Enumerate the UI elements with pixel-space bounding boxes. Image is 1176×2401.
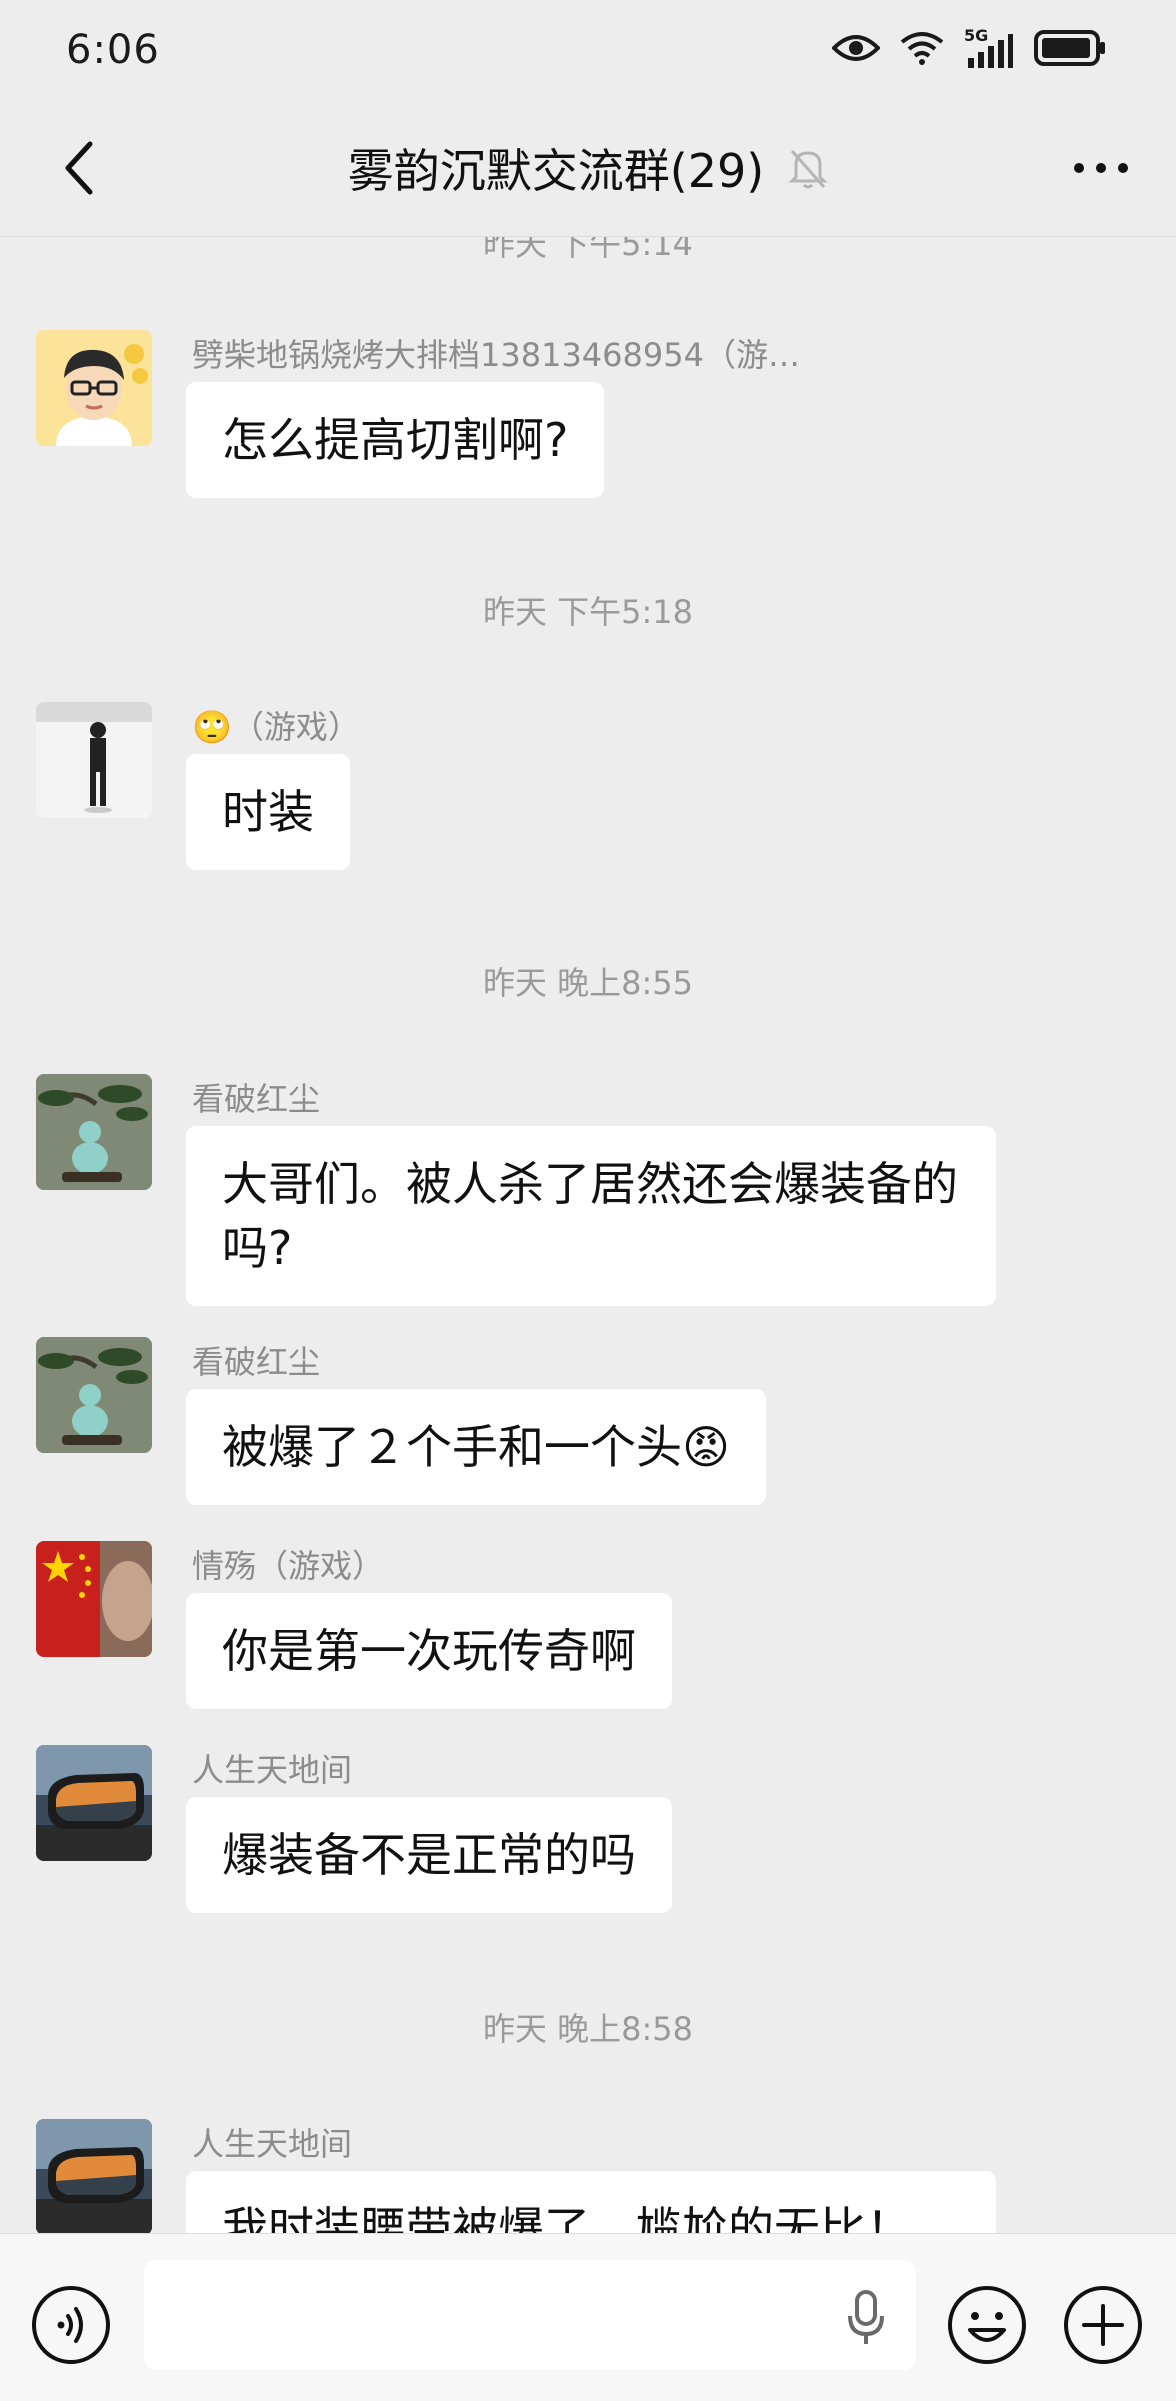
plus-circle-icon [1064, 2286, 1142, 2364]
battery-icon [1034, 30, 1106, 70]
timestamp: 昨天 下午5:18 [482, 593, 694, 631]
sender-name: 人生天地间 [192, 2125, 353, 2163]
voice-button[interactable] [30, 2284, 112, 2366]
avatar[interactable] [36, 1745, 152, 1861]
status-time: 6:06 [66, 27, 160, 73]
plus-button[interactable] [1062, 2284, 1144, 2366]
emoji-button[interactable] [946, 2284, 1028, 2366]
input-bar [0, 2233, 1176, 2401]
emoji-icon [948, 2286, 1026, 2364]
message-bubble[interactable]: 时装 [186, 754, 350, 870]
more-horizontal-icon [1074, 163, 1128, 173]
message-input[interactable] [144, 2260, 916, 2370]
avatar[interactable] [36, 330, 152, 446]
sender-name: 看破红尘 [192, 1080, 321, 1118]
chat-message-list[interactable]: 昨天 下午5:14 劈柴地锅烧烤大排档13813468954（游… 怎么提高切割… [0, 237, 1176, 2233]
sender-name: 人生天地间 [192, 1751, 353, 1789]
sender-name: 情殇（游戏） [192, 1547, 385, 1585]
eye-icon [831, 32, 881, 68]
chat-header: 雾韵沉默交流群(29) [0, 100, 1176, 236]
avatar[interactable] [36, 1074, 152, 1190]
timestamp: 昨天 晚上8:58 [482, 2010, 694, 2048]
message-bubble[interactable]: 我时装腰带被爆了，尴尬的无比！ [186, 2171, 996, 2233]
chevron-left-icon [65, 141, 93, 195]
voice-icon [32, 2286, 110, 2364]
timestamp: 昨天 晚上8:55 [482, 964, 694, 1002]
timestamp: 昨天 下午5:14 [482, 237, 694, 263]
message-bubble[interactable]: 爆装备不是正常的吗 [186, 1797, 672, 1913]
message-bubble[interactable]: 你是第一次玩传奇啊 [186, 1593, 672, 1709]
avatar[interactable] [36, 2119, 152, 2233]
avatar[interactable] [36, 1337, 152, 1453]
sender-name: 劈柴地锅烧烤大排档13813468954（游… [192, 336, 800, 374]
sender-name: 🙄（游戏） [192, 708, 360, 746]
message-bubble[interactable]: 大哥们。被人杀了居然还会爆装备的吗? [186, 1126, 996, 1306]
chat-title[interactable]: 雾韵沉默交流群(29) [348, 135, 764, 201]
message-bubble[interactable]: 怎么提高切割啊? [186, 382, 605, 498]
status-bar: 6:06 5G [0, 0, 1176, 100]
bell-muted-icon [788, 147, 828, 189]
status-icons: 5G [831, 26, 1106, 70]
more-button[interactable] [1056, 128, 1146, 208]
sender-name: 看破红尘 [192, 1343, 321, 1381]
signal-5g-icon: 5G [964, 26, 1014, 70]
microphone-icon[interactable] [846, 2288, 886, 2348]
avatar[interactable] [36, 1541, 152, 1657]
avatar[interactable] [36, 702, 152, 818]
message-bubble[interactable]: 被爆了２个手和一个头😡 [186, 1389, 766, 1505]
back-button[interactable] [40, 128, 120, 208]
wifi-icon [900, 30, 944, 70]
